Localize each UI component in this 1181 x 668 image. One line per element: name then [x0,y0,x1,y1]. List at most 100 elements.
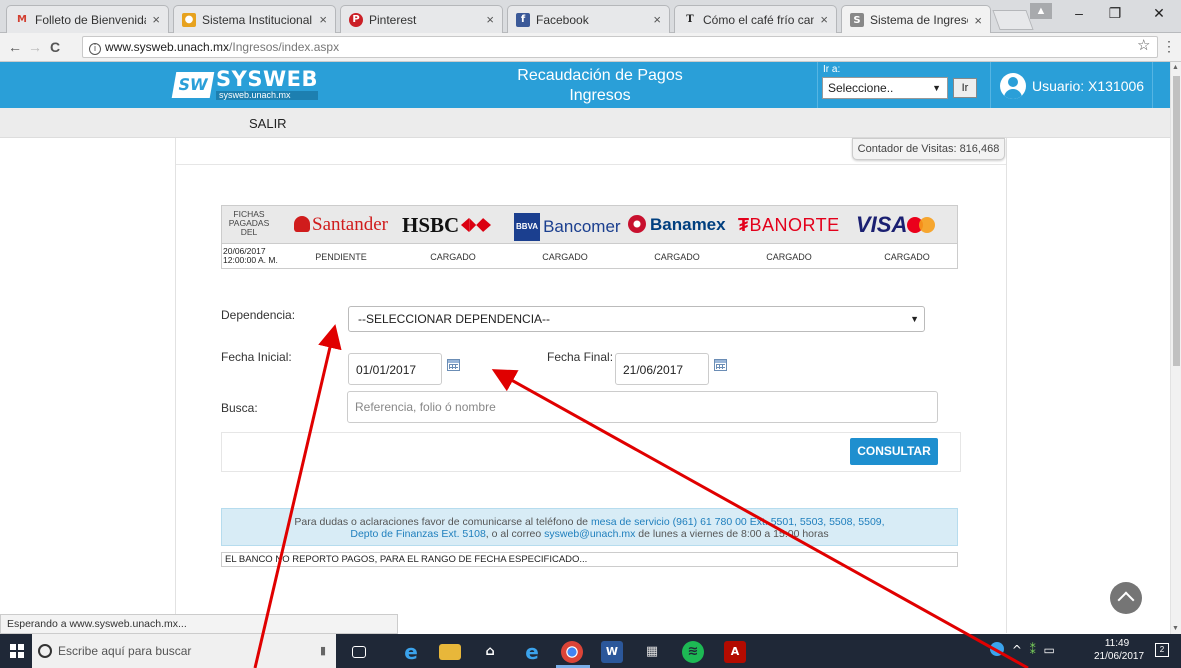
close-icon[interactable]: × [319,12,327,27]
close-icon[interactable]: × [653,12,661,27]
sysweb-icon: S [850,13,864,27]
sub-nav: SALIR [0,108,1170,138]
window-close-button[interactable]: ✕ [1144,5,1174,22]
status-date-time: 12:00:00 A. M. [223,255,278,265]
url-field[interactable]: i www.sysweb.unach.mx/Ingresos/index.aspx [82,36,1158,58]
tab-sistema-ingresos[interactable]: S Sistema de Ingresos × [841,5,991,34]
close-icon[interactable]: × [486,12,494,27]
task-view-icon[interactable] [352,646,366,658]
restore-button[interactable]: ❐ [1100,5,1130,22]
scroll-down-arrow-icon[interactable]: ▼ [1172,625,1179,632]
tab-nyt[interactable]: T Cómo el café frío camb × [674,5,837,33]
back-button[interactable]: ← [8,39,22,55]
content-border-right [1006,138,1007,633]
hsbc-logo: HSBC [402,213,492,237]
taskbar-search-field[interactable]: Escribe aquí para buscar ▮ [32,634,336,668]
minimize-button[interactable]: – [1064,5,1094,21]
mesa-servicio-link[interactable]: mesa de servicio (961) 61 780 00 Ext. 55… [591,516,885,528]
dependencia-select[interactable]: --SELECCIONAR DEPENDENCIA-- ▼ [348,306,925,332]
browser-menu-icon[interactable]: ⋮ [1162,38,1176,55]
close-icon[interactable]: × [974,13,982,28]
chrome-icon[interactable] [561,641,583,663]
info-text: de lunes a viernes de 8:00 a 15:00 horas [635,528,829,540]
bank-name: Bancomer [543,217,621,236]
tab-facebook[interactable]: f Facebook × [507,5,670,33]
scroll-up-arrow-icon[interactable]: ▲ [1172,64,1179,71]
goto-button[interactable]: Ir [953,78,977,98]
acrobat-icon[interactable]: A [724,641,746,663]
logo-mark: SW [171,71,215,98]
store-icon[interactable]: ⌂ [479,641,501,663]
taskbar-search-placeholder: Escribe aquí para buscar [58,644,192,658]
email-link[interactable]: sysweb@unach.mx [544,528,635,540]
sysweb-logo[interactable]: SW SYSWEB sysweb.unach.mx [171,69,318,100]
site-header: SW SYSWEB sysweb.unach.mx Recaudación de… [0,62,1170,108]
logo-sub: sysweb.unach.mx [216,91,318,100]
chevron-up-icon[interactable]: ^ [1012,643,1022,657]
url-path: /Ingresos/index.aspx [229,40,340,54]
scrollbar[interactable]: ▲ ▼ [1170,62,1181,634]
banorte-logo: ₮BANORTE [738,213,840,237]
url-host: www.sysweb.unach.mx [105,40,230,54]
bancomer-logo: BBVA Bancomer [514,213,621,241]
tab-title: Cómo el café frío camb [703,12,814,27]
bookmark-star-icon[interactable]: ☆ [1137,36,1150,54]
status-visa: CARGADO [884,252,930,262]
salir-link[interactable]: SALIR [249,116,287,131]
santander-flame-icon [294,216,310,232]
system-tray[interactable]: ^ ⁑ ▭ [990,642,1055,657]
tab-title: Facebook [536,12,589,27]
profile-icon[interactable]: ▲ [1030,3,1052,19]
tab-sistema-institucional[interactable]: ● Sistema Institucional de × [173,5,336,33]
taskbar-clock[interactable]: 11:49 21/06/2017 [1094,637,1144,663]
goto-select[interactable]: Seleccione.. ▼ [822,77,948,99]
consultar-button[interactable]: CONSULTAR [850,438,938,465]
dropdown-arrow-icon: ▼ [910,314,919,324]
close-icon[interactable]: × [152,12,160,27]
calculator-icon[interactable]: ▦ [641,641,663,663]
user-menu[interactable]: Usuario: X131006 [1000,73,1144,99]
status-date: 20/06/2017 12:00:00 A. M. [223,247,278,265]
calendar-icon[interactable] [447,359,460,371]
new-tab-button[interactable] [992,10,1034,30]
cortana-icon [38,644,52,658]
windows-start-icon[interactable] [10,644,24,658]
close-icon[interactable]: × [820,12,828,27]
spotify-icon[interactable]: ≋ [682,641,704,663]
busca-input[interactable]: Referencia, folio ó nombre [347,391,938,423]
display-icon[interactable]: ▭ [1044,643,1055,657]
mastercard-icon [907,217,937,233]
finanzas-link[interactable]: Depto de Finanzas Ext. 5108 [350,528,485,540]
fecha-inicial-input[interactable]: 01/01/2017 [348,353,442,385]
visa-mastercard-logo: VISA [856,213,937,237]
file-explorer-icon[interactable] [439,644,461,660]
tab-title: Folleto de Bienvenida 20 [35,12,147,27]
internet-explorer-icon[interactable]: e [521,641,543,663]
browser-status-bar: Esperando a www.sysweb.unach.mx... [0,614,398,634]
notification-icon[interactable]: 2 [1155,643,1169,657]
tab-gmail[interactable]: M Folleto de Bienvenida 20 × [6,5,169,33]
page-title: Recaudación de Pagos Ingresos [440,66,760,106]
reload-button[interactable]: C [50,39,60,55]
scroll-to-top-button[interactable] [1110,582,1142,614]
forward-button[interactable]: → [28,39,42,55]
tab-pinterest[interactable]: P Pinterest × [340,5,503,33]
status-banamex: CARGADO [654,252,700,262]
edge-icon[interactable]: e [400,641,422,663]
help-icon[interactable] [990,642,1004,656]
page-title-line1: Recaudación de Pagos [517,67,683,84]
status-banorte: CARGADO [766,252,812,262]
scrollbar-thumb[interactable] [1173,76,1180,366]
word-icon[interactable]: W [601,641,623,663]
info-icon[interactable]: i [89,43,101,55]
facebook-icon: f [516,12,530,27]
microphone-icon[interactable]: ▮ [320,634,326,668]
bank-status-table: FICHAS PAGADAS DEL Santander HSBC BBVA Ba… [221,205,958,269]
dependencia-selected-value: --SELECCIONAR DEPENDENCIA-- [358,312,551,326]
fecha-final-input[interactable]: 21/06/2017 [615,353,709,385]
calendar-icon[interactable] [714,359,727,371]
bank-status-row: 20/06/2017 12:00:00 A. M. PENDIENTE CARGA… [222,243,957,268]
network-icon[interactable]: ⁑ [1030,643,1036,657]
hsbc-hexagon-icon [461,218,492,232]
pinterest-icon: P [349,12,363,27]
